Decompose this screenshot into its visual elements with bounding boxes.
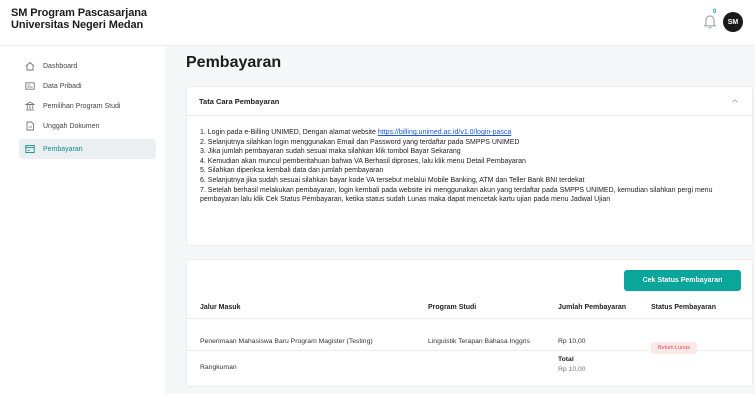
step-3: 3. Jika jumlah pembayaran sudah sesuai m… (200, 148, 461, 156)
page-title: Pembayaran (186, 54, 282, 71)
sidebar-item-data-pribadi[interactable]: Data Pribadi (19, 76, 156, 96)
document-icon (25, 121, 35, 131)
column-header-status: Status Pembayaran (651, 304, 716, 311)
payment-card: Cek Status Pembayaran Jalur Masuk Progra… (186, 259, 753, 387)
brand-title[interactable]: SM Program Pascasarjana Universitas Nege… (11, 7, 147, 31)
sidebar-item-label: Data Pribadi (43, 82, 82, 90)
table-divider (187, 318, 752, 319)
step-7: 7. Setelah berhasil melakukan pembayaran… (200, 186, 713, 204)
tata-cara-header[interactable]: Tata Cara Pembayaran (187, 87, 752, 116)
cell-jalur-masuk: Penerimaan Mahasiswa Baru Program Magist… (200, 338, 373, 345)
sidebar-item-pemilihan-program-studi[interactable]: Pemilihan Program Studi (19, 96, 156, 116)
column-header-jumlah: Jumlah Pembayaran (558, 304, 627, 311)
step-4: 4. Kemudian akan muncul pemberitahuan ba… (200, 157, 526, 165)
brand-line-2: Universitas Negeri Medan (11, 19, 144, 31)
column-header-jalur-masuk: Jalur Masuk (200, 304, 241, 311)
step-1: 1. Login pada e-Billing UNIMED, Dengan a… (200, 128, 740, 138)
avatar[interactable]: SM (723, 12, 743, 32)
sidebar: Dashboard Data Pribadi Pemilihan Program… (0, 46, 165, 394)
step-5: 5. Silahkan diperiksa kembali data dan j… (200, 167, 384, 175)
bell-icon[interactable] (703, 14, 717, 30)
sidebar-item-label: Unggah Dokumen (43, 122, 100, 130)
top-bar: SM Program Pascasarjana Universitas Nege… (0, 0, 755, 46)
step-2: 2. Selanjutnya silahkan login menggunaka… (200, 138, 520, 146)
total-label: Total (558, 356, 574, 363)
notification-count: 0 (713, 9, 717, 15)
cek-status-button[interactable]: Cek Status Pembayaran (624, 270, 741, 291)
home-icon (25, 61, 35, 71)
payment-steps: 1. Login pada e-Billing UNIMED, Dengan a… (187, 116, 752, 205)
column-header-program-studi: Program Studi (428, 304, 477, 311)
step-6: 6. Selanjutnya jika sudah sesuai silahka… (200, 176, 585, 184)
brand-line-1: SM Program Pascasarjana (11, 7, 147, 19)
tata-cara-card: Tata Cara Pembayaran 1. Login pada e-Bil… (186, 86, 753, 246)
payment-icon (25, 144, 35, 154)
cell-jumlah: Rp 10,00 (558, 338, 586, 345)
sidebar-item-label: Dashboard (43, 62, 78, 70)
sidebar-item-dashboard[interactable]: Dashboard (19, 56, 156, 76)
total-value: Rp 10,00 (558, 366, 586, 373)
step-1-text: 1. Login pada e-Billing UNIMED, Dengan a… (200, 129, 378, 136)
sidebar-item-unggah-dokumen[interactable]: Unggah Dokumen (19, 116, 156, 136)
id-card-icon (25, 81, 35, 91)
sidebar-item-pembayaran[interactable]: Pembayaran (19, 139, 156, 159)
chevron-up-icon[interactable] (731, 97, 739, 105)
status-badge: Belum Lunas (651, 342, 697, 354)
cell-program-studi: Linguistik Terapan Bahasa Inggris (428, 338, 530, 345)
tata-cara-title: Tata Cara Pembayaran (199, 96, 280, 106)
building-icon (25, 101, 35, 111)
table-divider (187, 350, 752, 351)
billing-link[interactable]: https://billing.unimed.ac.id/v1.0/login-… (378, 129, 511, 136)
sidebar-item-label: Pemilihan Program Studi (43, 102, 121, 110)
sidebar-item-label: Pembayaran (43, 145, 83, 153)
summary-label: Rangkuman (200, 364, 237, 371)
